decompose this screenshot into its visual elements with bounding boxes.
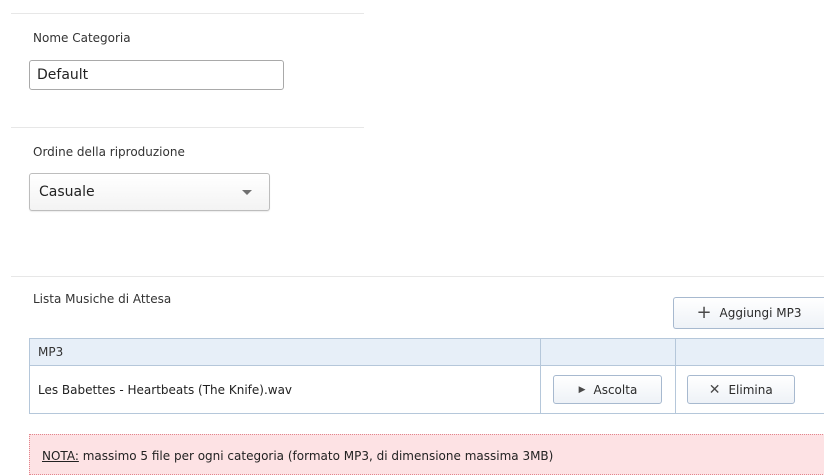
close-icon: ✕ (708, 381, 721, 398)
playback-order-value: Casuale (39, 184, 95, 200)
chevron-down-icon (242, 190, 252, 195)
mp3-file-name: Les Babettes - Heartbeats (The Knife).wa… (28, 365, 542, 414)
delete-cell: ✕ Elimina (674, 365, 824, 414)
category-name-label: Nome Categoria (33, 31, 131, 45)
table-header-row: MP3 (28, 338, 824, 366)
play-label: Ascolta (593, 382, 638, 397)
mp3-table: MP3 Les Babettes - Heartbeats (The Knife… (28, 338, 824, 414)
note-prefix: NOTA: (42, 449, 79, 463)
section-divider (11, 127, 364, 128)
delete-button[interactable]: ✕ Elimina (686, 375, 795, 404)
section-divider (11, 276, 824, 277)
plus-icon: + (696, 302, 712, 323)
table-row: Les Babettes - Heartbeats (The Knife).wa… (28, 365, 824, 414)
section-divider (11, 13, 364, 14)
add-mp3-button[interactable]: + Aggiungi MP3 (673, 297, 824, 329)
delete-label: Elimina (728, 382, 773, 397)
play-button[interactable]: ▶ Ascolta (553, 375, 663, 404)
play-cell: ▶ Ascolta (540, 365, 676, 414)
limit-notice: NOTA: massimo 5 file per ogni categoria … (29, 434, 824, 475)
column-header-delete (674, 338, 824, 366)
playback-order-select[interactable]: Casuale (29, 173, 270, 211)
note-text: massimo 5 file per ogni categoria (forma… (78, 449, 554, 463)
category-name-input[interactable] (29, 60, 284, 90)
column-header-play (540, 338, 676, 366)
play-icon: ▶ (578, 384, 586, 395)
column-header-mp3: MP3 (28, 338, 542, 366)
playback-order-label: Ordine della riproduzione (33, 145, 185, 159)
playlist-label: Lista Musiche di Attesa (33, 292, 172, 306)
add-mp3-label: Aggiungi MP3 (719, 306, 802, 320)
